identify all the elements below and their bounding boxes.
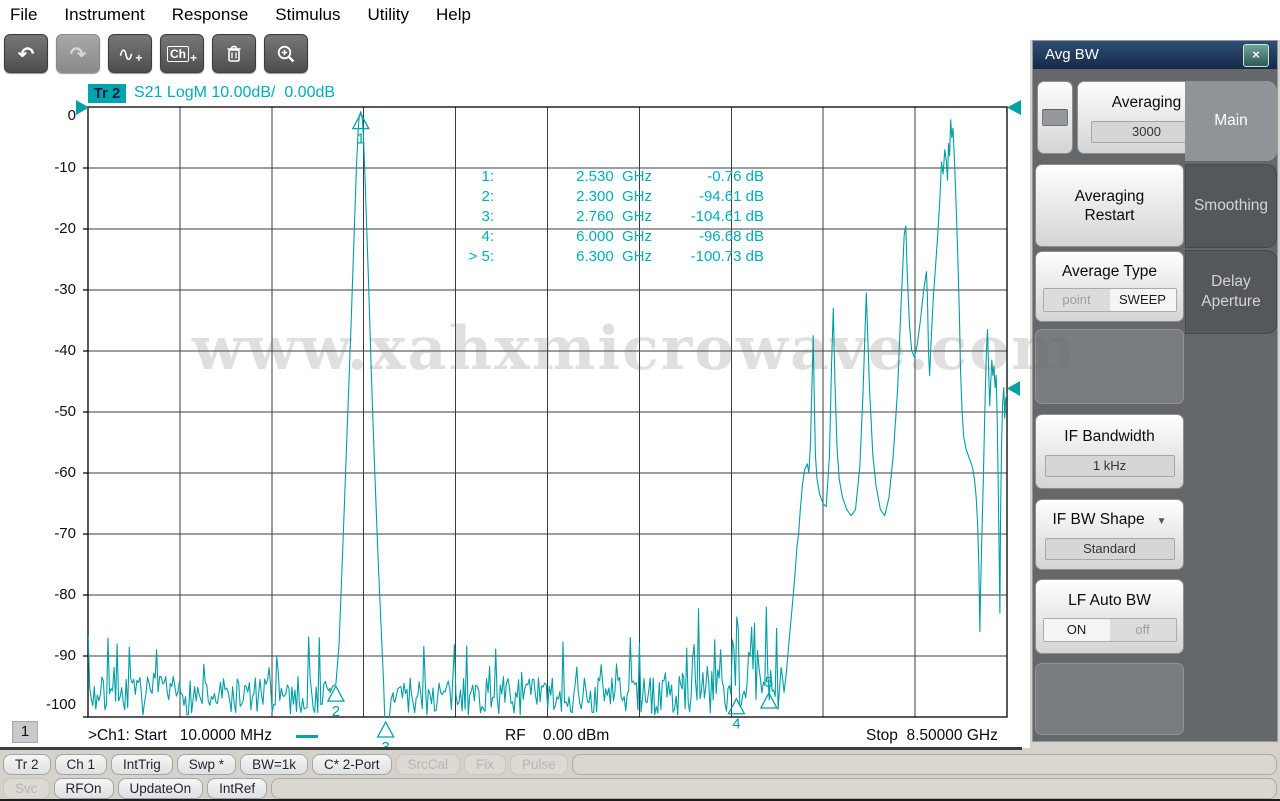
y-axis-ticks	[83, 107, 88, 717]
panel-title: Avg BW	[1045, 46, 1099, 63]
chevron-down-icon: ▼	[1157, 516, 1167, 527]
status-rfon[interactable]: RFOn	[54, 778, 114, 799]
averaging-restart-label: Averaging Restart	[1060, 187, 1160, 225]
status-row-2: SvcRFOnUpdateOnIntRef	[3, 777, 1277, 799]
marker-readout-row: 3:2.760 GHz-104.61 dB	[448, 207, 764, 227]
y-tick-label: -50	[30, 403, 76, 421]
close-icon[interactable]: ×	[1243, 44, 1269, 67]
status-pulse[interactable]: Pulse	[510, 754, 568, 775]
average-type-sweep-option[interactable]: SWEEP	[1110, 289, 1176, 311]
y-tick-label: -20	[30, 220, 76, 238]
marker-readout-row: 1:2.530 GHz-0.76 dB	[448, 167, 764, 187]
lf-auto-bw-toggle: ON off	[1043, 618, 1177, 642]
average-type-label: Average Type	[1062, 262, 1157, 281]
if-bandwidth-value: 1 kHz	[1045, 455, 1175, 477]
status-ch-1[interactable]: Ch 1	[55, 754, 108, 775]
readout-cell: -96.68 dB	[652, 227, 764, 247]
if-bw-shape-button[interactable]: IF BW Shape ▼ Standard	[1035, 499, 1184, 570]
y-tick-label: -60	[30, 464, 76, 482]
readout-cell: 4:	[448, 227, 494, 247]
trace-color-key	[296, 735, 318, 738]
if-bandwidth-label: IF Bandwidth	[1064, 427, 1154, 446]
y-tick-label: -80	[30, 586, 76, 604]
y-tick-label: -40	[30, 342, 76, 360]
marker-number: 2	[332, 703, 340, 720]
average-type-button[interactable]: Average Type point SWEEP	[1035, 251, 1184, 322]
readout-cell: 1:	[448, 167, 494, 187]
readout-cell: -0.76 dB	[652, 167, 764, 187]
averaging-led-indicator	[1042, 109, 1068, 126]
trace-badge[interactable]: Tr 2	[88, 84, 126, 103]
status-row-1: Tr 2Ch 1IntTrigSwp *BW=1kC* 2-PortSrcCal…	[3, 753, 1277, 775]
averaging-enable-button[interactable]	[1037, 81, 1073, 154]
ref-level-indicator-right	[1007, 100, 1021, 115]
lf-auto-bw-button[interactable]: LF Auto BW ON off	[1035, 579, 1184, 654]
y-tick-label: -30	[30, 281, 76, 299]
status-intref[interactable]: IntRef	[207, 778, 267, 799]
y-tick-label: -90	[30, 647, 76, 665]
marker-readout: 1:2.530 GHz-0.76 dB2:2.300 GHz-94.61 dB3…	[448, 167, 764, 267]
readout-cell: -104.61 dB	[652, 207, 764, 227]
readout-cell: 6.300 GHz	[494, 247, 652, 267]
readout-cell: -94.61 dB	[652, 187, 764, 207]
readout-cell: 6.000 GHz	[494, 227, 652, 247]
lf-auto-bw-label: LF Auto BW	[1068, 591, 1151, 610]
avg-bw-panel: Avg BW × Averaging 3000 Averaging Restar…	[1032, 40, 1278, 742]
averaging-label: Averaging	[1112, 93, 1182, 112]
readout-cell: 2.300 GHz	[494, 187, 652, 207]
marker-1[interactable]: 1	[353, 114, 369, 148]
blank-softkey-2	[1035, 663, 1184, 735]
marker-readout-row: 2:2.300 GHz-94.61 dB	[448, 187, 764, 207]
tab-delay-aperture[interactable]: Delay Aperture	[1185, 250, 1277, 334]
if-bw-shape-text: IF BW Shape	[1052, 511, 1144, 528]
status-empty-field	[572, 754, 1277, 775]
readout-cell: > 5:	[448, 247, 494, 267]
marker-number: 4	[732, 716, 740, 733]
status-srccal[interactable]: SrcCal	[396, 754, 461, 775]
marker-readout-row: > 5:6.300 GHz-100.73 dB	[448, 247, 764, 267]
y-tick-label: 0	[30, 107, 76, 125]
readout-cell: 2:	[448, 187, 494, 207]
readout-cell: 2.760 GHz	[494, 207, 652, 227]
readout-cell: 2.530 GHz	[494, 167, 652, 187]
y-tick-label: -100	[30, 696, 76, 714]
if-bw-shape-label: IF BW Shape ▼	[1052, 510, 1166, 531]
status-c-2-port[interactable]: C* 2-Port	[312, 754, 392, 775]
status-bar: Tr 2Ch 1IntTrigSwp *BW=1kC* 2-PortSrcCal…	[0, 750, 1280, 801]
trace-format-label: S21 LogM 10.00dB/ 0.00dB	[134, 84, 335, 102]
channel-badge: 1	[12, 721, 38, 743]
rf-power-label: RF 0.00 dBm	[505, 727, 609, 745]
blank-softkey-1	[1035, 329, 1184, 404]
lf-auto-bw-on-option[interactable]: ON	[1044, 619, 1110, 641]
y-tick-label: -70	[30, 525, 76, 543]
stop-frequency-label: Stop 8.50000 GHz	[866, 727, 998, 745]
status-updateon[interactable]: UpdateOn	[118, 778, 204, 799]
trace-edge-indicator	[1007, 381, 1020, 396]
panel-titlebar: Avg BW ×	[1033, 41, 1277, 69]
if-bw-shape-value: Standard	[1045, 538, 1175, 560]
y-tick-label: -10	[30, 159, 76, 177]
average-type-toggle: point SWEEP	[1043, 288, 1177, 312]
start-frequency-label: >Ch1: Start 10.0000 MHz	[88, 727, 272, 745]
status-bw-1k[interactable]: BW=1k	[240, 754, 308, 775]
marker-number: 5	[765, 674, 773, 691]
status-empty-field	[271, 778, 1277, 799]
marker-number: 1	[357, 131, 365, 148]
tab-main[interactable]: Main	[1185, 81, 1277, 161]
readout-cell: -100.73 dB	[652, 247, 764, 267]
status-tr-2[interactable]: Tr 2	[3, 754, 51, 775]
if-bandwidth-button[interactable]: IF Bandwidth 1 kHz	[1035, 414, 1184, 489]
marker-readout-row: 4:6.000 GHz-96.68 dB	[448, 227, 764, 247]
averaging-restart-button[interactable]: Averaging Restart	[1035, 164, 1184, 247]
status-fix[interactable]: Fix	[464, 754, 506, 775]
vna-window: FileInstrumentResponseStimulusUtilityHel…	[0, 0, 1280, 801]
average-type-point-option[interactable]: point	[1044, 289, 1110, 311]
tab-smoothing[interactable]: Smoothing	[1185, 164, 1277, 248]
lf-auto-bw-off-option[interactable]: off	[1110, 619, 1176, 641]
status-svc[interactable]: Svc	[3, 778, 50, 799]
status-swp-[interactable]: Swp *	[177, 754, 236, 775]
readout-cell: 3:	[448, 207, 494, 227]
plot-area: 12345	[0, 0, 1030, 762]
status-inttrig[interactable]: IntTrig	[111, 754, 173, 775]
